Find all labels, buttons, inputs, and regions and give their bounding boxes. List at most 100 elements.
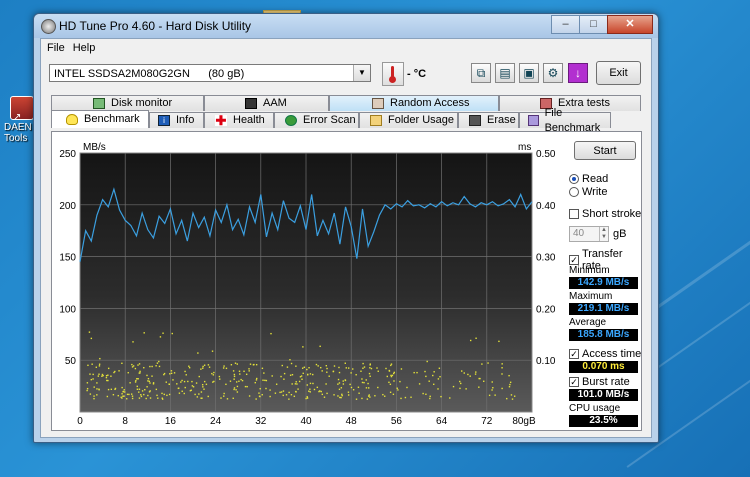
- lightbulb-icon: [66, 114, 78, 125]
- access-time-point: [388, 381, 390, 384]
- access-time-option[interactable]: ✓ Access time: [569, 348, 641, 360]
- access-time-point: [130, 393, 133, 395]
- exit-button[interactable]: Exit: [596, 61, 641, 85]
- radio-write[interactable]: [569, 187, 579, 197]
- tab-folder-usage[interactable]: Folder Usage: [359, 112, 458, 128]
- tab-file-benchmark[interactable]: File Benchmark: [519, 107, 611, 134]
- folder-icon: [370, 115, 382, 126]
- write-option[interactable]: Write: [569, 186, 607, 198]
- copy-text-button[interactable]: ⧉: [471, 63, 491, 83]
- access-time-point: [223, 395, 225, 397]
- access-time-point: [340, 387, 343, 389]
- access-time-point: [141, 390, 144, 392]
- access-time-point: [148, 380, 151, 383]
- access-time-point: [259, 395, 261, 398]
- tab-health[interactable]: ✚ Health: [204, 112, 274, 128]
- access-time-point: [288, 391, 290, 394]
- access-time-point: [235, 389, 237, 391]
- access-time-point: [136, 388, 139, 390]
- tab-error-scan[interactable]: Error Scan: [274, 112, 359, 128]
- access-time-point: [172, 379, 174, 381]
- access-time-point: [205, 383, 208, 386]
- x-tick-label: 8: [122, 416, 128, 427]
- access-time-point: [96, 388, 98, 390]
- short-stroke-spinner[interactable]: 40 ▲ ▼: [569, 226, 609, 242]
- radio-read[interactable]: [569, 174, 579, 184]
- access-time-point: [128, 393, 130, 396]
- maximum-label: Maximum: [569, 291, 613, 302]
- tab-erase[interactable]: Erase: [458, 112, 519, 128]
- tab-aam[interactable]: AAM: [204, 95, 329, 111]
- access-time-label: Access time: [582, 348, 642, 360]
- access-time-point: [326, 392, 328, 395]
- access-time-point: [282, 390, 285, 392]
- access-time-point: [121, 393, 123, 395]
- burst-rate-option[interactable]: ✓ Burst rate: [569, 376, 630, 388]
- access-time-point: [203, 388, 205, 390]
- access-time-point: [389, 383, 392, 386]
- chevron-down-icon[interactable]: ▼: [353, 65, 370, 81]
- download-button[interactable]: ↓: [568, 63, 588, 83]
- access-time-point: [301, 367, 304, 369]
- short-stroke-option[interactable]: Short stroke: [569, 208, 641, 220]
- access-time-point: [149, 365, 151, 368]
- access-time-point: [86, 382, 89, 384]
- checkbox-transfer-rate[interactable]: ✓: [569, 255, 579, 265]
- copy-image-button[interactable]: ▤: [495, 63, 515, 83]
- access-time-point: [452, 385, 455, 388]
- tab-disk-monitor[interactable]: Disk monitor: [51, 95, 204, 111]
- access-time-point: [234, 362, 237, 364]
- access-time-point: [86, 387, 89, 390]
- access-time-point: [362, 362, 364, 365]
- health-cross-icon: ✚: [215, 113, 227, 128]
- access-time-point: [337, 383, 339, 385]
- access-time-point: [338, 382, 341, 384]
- checkbox-access-time[interactable]: ✓: [569, 349, 579, 359]
- title-bar[interactable]: HD Tune Pro 4.60 - Hard Disk Utility – □…: [34, 14, 658, 38]
- tab-random-access[interactable]: Random Access: [329, 95, 499, 111]
- access-time-point: [135, 379, 137, 382]
- access-time-point: [511, 398, 514, 400]
- access-time-point: [355, 374, 357, 376]
- burst-rate-value: 101.0 MB/s: [569, 389, 638, 401]
- temperature-button[interactable]: [382, 62, 404, 86]
- desktop-shortcut-daemon-tools[interactable]: DAEN Tools: [4, 96, 36, 144]
- save-button[interactable]: ▣: [519, 63, 539, 83]
- access-time-point: [96, 382, 98, 384]
- minimize-button[interactable]: –: [551, 15, 580, 34]
- access-time-point: [233, 378, 235, 380]
- checkbox-short-stroke[interactable]: [569, 209, 579, 219]
- menu-file[interactable]: File: [45, 39, 71, 57]
- start-button[interactable]: Start: [574, 141, 636, 160]
- access-time-point: [397, 389, 399, 391]
- access-time-point: [236, 391, 239, 393]
- access-time-point: [181, 390, 183, 392]
- short-stroke-unit: gB: [613, 228, 627, 240]
- maximize-button[interactable]: □: [579, 15, 608, 34]
- drive-select[interactable]: INTEL SSDSA2M080G2GN (80 gB) ▼: [49, 64, 371, 82]
- access-time-point: [168, 393, 171, 396]
- checkbox-burst-rate[interactable]: ✓: [569, 377, 579, 387]
- access-time-point: [289, 359, 291, 361]
- close-button[interactable]: ✕: [607, 15, 653, 34]
- menu-help[interactable]: Help: [71, 39, 102, 57]
- access-time-point: [337, 378, 340, 381]
- access-time-point: [303, 366, 306, 368]
- access-time-point: [233, 375, 236, 378]
- temperature-readout: - °C: [407, 68, 427, 80]
- access-time-point: [349, 383, 351, 386]
- access-time-point: [249, 363, 252, 365]
- read-option[interactable]: Read: [569, 173, 608, 185]
- access-time-point: [461, 370, 463, 372]
- access-time-point: [352, 389, 355, 391]
- disk-monitor-icon: [93, 98, 105, 109]
- options-button[interactable]: ⚙: [543, 63, 563, 83]
- tab-info[interactable]: i Info: [149, 112, 204, 128]
- access-time-point: [97, 375, 100, 377]
- tab-benchmark[interactable]: Benchmark: [51, 110, 149, 128]
- access-time-point: [122, 395, 124, 397]
- access-time-point: [88, 331, 91, 333]
- x-tick-label: 32: [255, 416, 267, 427]
- spinner-arrows-icon[interactable]: ▲ ▼: [599, 227, 608, 241]
- access-time-point: [291, 374, 294, 376]
